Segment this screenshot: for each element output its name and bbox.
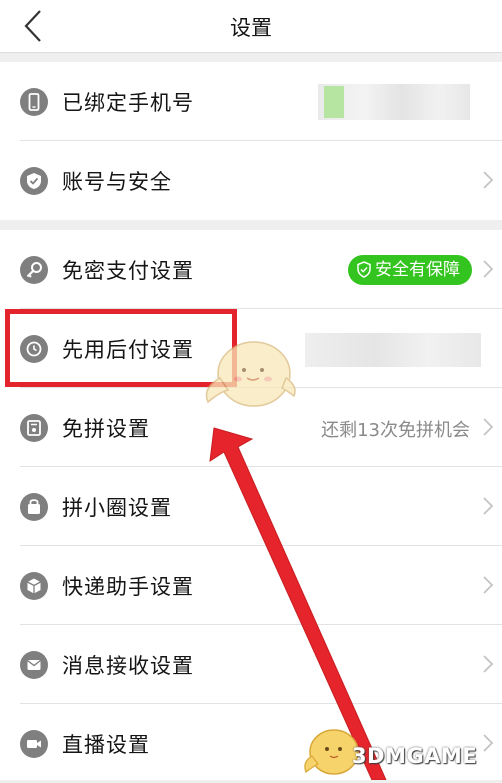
group-free-hint: 还剩13次免拼机会: [321, 420, 470, 441]
security-badge: 安全有保障: [348, 255, 472, 285]
page-title: 设置: [230, 16, 272, 40]
courier-assistant-row[interactable]: 快递助手设置: [0, 546, 502, 625]
account-security-row[interactable]: 账号与安全: [0, 141, 502, 220]
chevron-right-icon: [483, 734, 494, 752]
bag-icon: [20, 493, 48, 521]
bound-phone-row[interactable]: 已绑定手机号: [0, 62, 502, 141]
account-group: 已绑定手机号 账号与安全: [0, 62, 502, 220]
pinxiaoquan-label: 拼小圈设置: [62, 496, 172, 520]
security-badge-text: 安全有保障: [375, 260, 460, 280]
coupon-icon: [20, 414, 48, 442]
chevron-right-icon: [483, 418, 494, 436]
chevron-right-icon: [483, 260, 494, 278]
package-icon: [20, 572, 48, 600]
bound-phone-label: 已绑定手机号: [62, 91, 194, 115]
video-camera-icon: [20, 730, 48, 758]
nav-bar: 设置: [0, 0, 502, 53]
phone-icon: [20, 88, 48, 116]
message-receiving-label: 消息接收设置: [62, 654, 194, 678]
password-free-payment-row[interactable]: 免密支付设置 安全有保障: [0, 230, 502, 309]
watermark-text: 3DMGAME: [352, 744, 478, 768]
envelope-icon: [20, 651, 48, 679]
pinxiaoquan-row[interactable]: 拼小圈设置: [0, 467, 502, 546]
chevron-right-icon: [483, 576, 494, 594]
group-free-label: 免拼设置: [62, 417, 150, 441]
chevron-right-icon: [483, 497, 494, 515]
account-security-label: 账号与安全: [62, 170, 172, 194]
mascot-watermark: [205, 341, 296, 407]
phone-number-blurred: [318, 84, 470, 120]
message-receiving-row[interactable]: 消息接收设置: [0, 625, 502, 704]
key-icon: [20, 256, 48, 284]
courier-assistant-label: 快递助手设置: [62, 575, 194, 599]
pay-later-status-blurred: [305, 333, 481, 367]
password-free-payment-label: 免密支付设置: [62, 259, 194, 283]
chevron-right-icon: [483, 171, 494, 189]
chevron-right-icon: [483, 655, 494, 673]
shield-check-icon: [357, 261, 371, 278]
live-stream-label: 直播设置: [62, 733, 150, 757]
shield-icon: [20, 167, 48, 195]
